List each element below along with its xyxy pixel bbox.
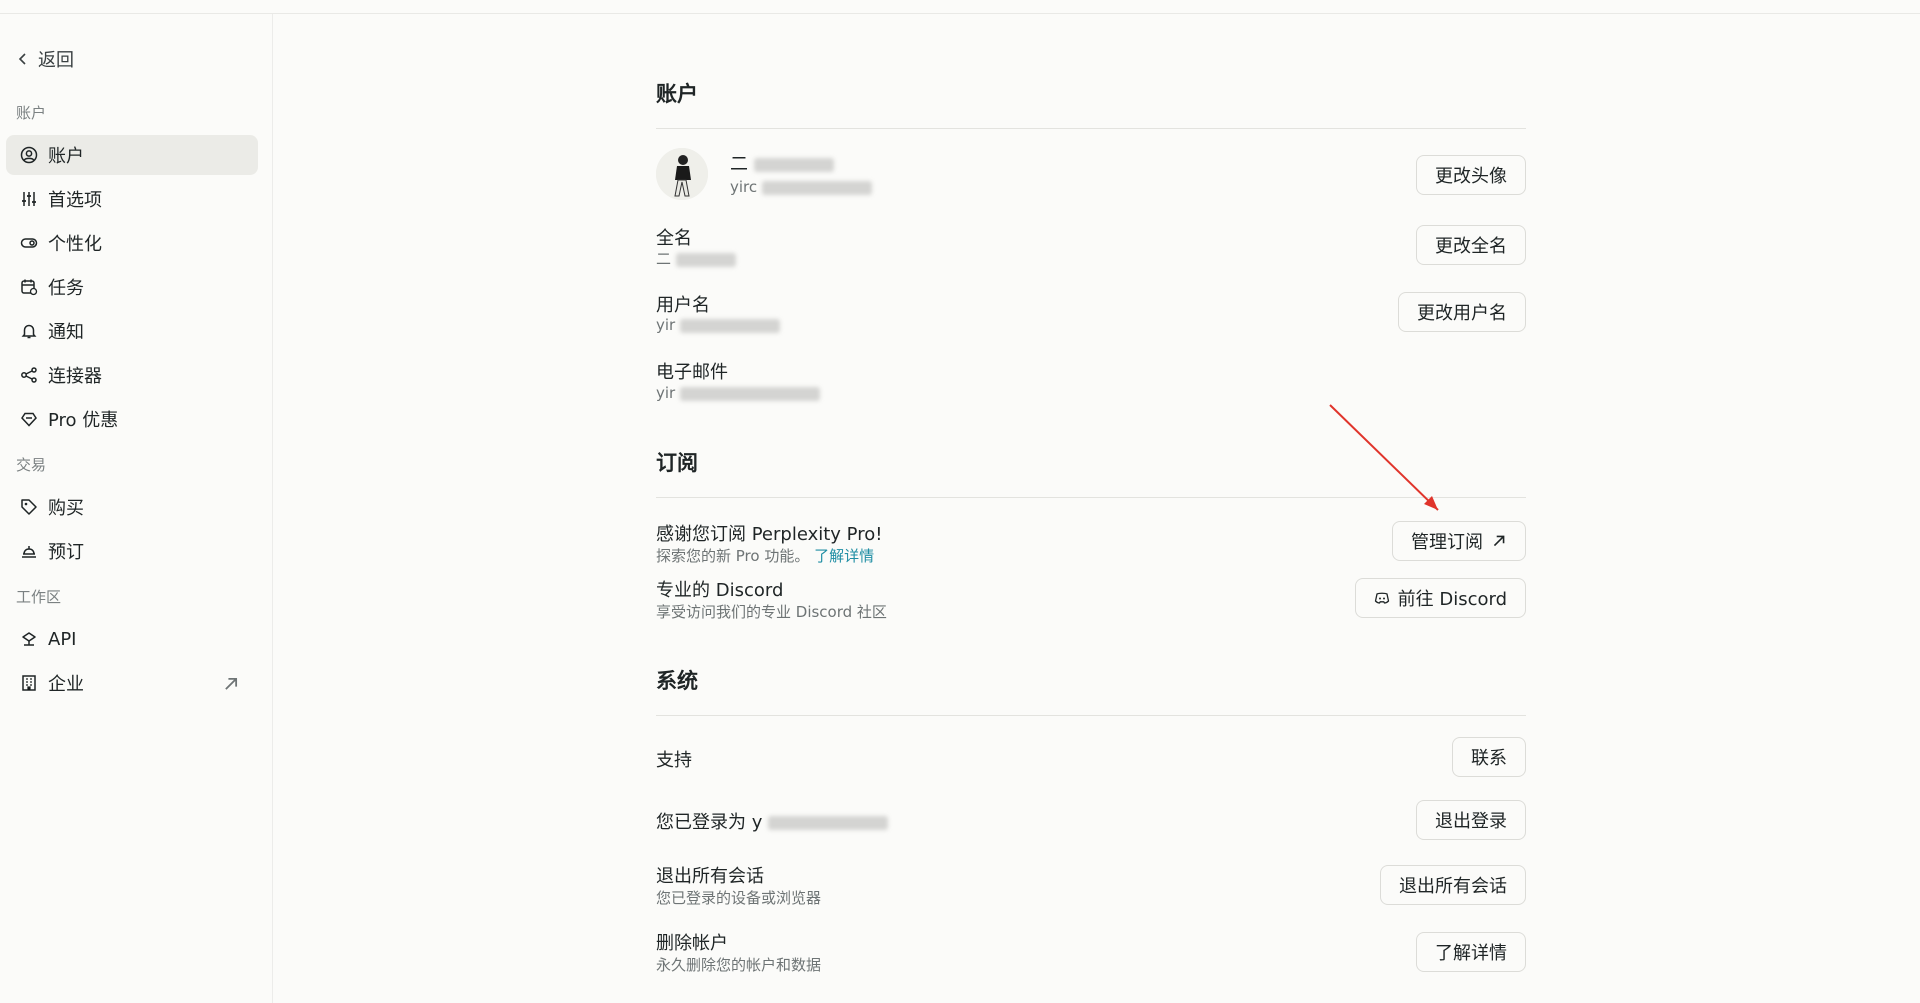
- username-value: yir: [656, 316, 780, 334]
- delete-learn-more-button[interactable]: 了解详情: [1416, 932, 1526, 972]
- sidebar-item-label: Pro 优惠: [48, 410, 119, 431]
- sidebar-item-label: 个性化: [48, 234, 102, 255]
- sidebar-item-account[interactable]: 账户: [6, 135, 258, 175]
- sidebar-item-enterprise[interactable]: 企业: [6, 663, 258, 703]
- section-title-subscription: 订阅: [656, 451, 698, 475]
- toggle-icon: [20, 238, 38, 248]
- calendar-clock-icon: [21, 279, 38, 296]
- sidebar-item-api[interactable]: API: [6, 619, 258, 659]
- redacted-text: [761, 180, 872, 195]
- sidebar-item-label: API: [48, 628, 77, 650]
- email-value: yir: [656, 384, 820, 402]
- email-label: 电子邮件: [656, 362, 728, 383]
- manage-subscription-button[interactable]: 管理订阅: [1392, 521, 1526, 561]
- support-label: 支持: [656, 750, 692, 771]
- sidebar-item-label: 购买: [48, 498, 84, 519]
- section-label-trade: 交易: [16, 456, 47, 474]
- divider: [656, 128, 1526, 129]
- section-label-workspace: 工作区: [16, 588, 62, 606]
- gem-icon: [21, 412, 37, 427]
- sidebar-item-connectors[interactable]: 连接器: [6, 355, 258, 395]
- sidebar-item-label: 通知: [48, 322, 84, 343]
- change-username-button[interactable]: 更改用户名: [1398, 292, 1526, 332]
- section-label-account: 账户: [16, 104, 47, 122]
- fullname-value: 二: [656, 248, 736, 269]
- sidebar-item-label: 预订: [48, 542, 84, 563]
- discord-title: 专业的 Discord: [656, 580, 784, 601]
- divider: [656, 715, 1526, 716]
- sidebar-item-label: 企业: [48, 674, 84, 695]
- booking-icon: [22, 546, 36, 558]
- sidebar-item-pro-offers[interactable]: Pro 优惠: [6, 399, 258, 439]
- change-avatar-button[interactable]: 更改头像: [1416, 155, 1526, 195]
- profile-handle: yirc: [730, 178, 872, 196]
- connector-icon: [21, 367, 37, 383]
- discord-subtitle: 享受访问我们的专业 Discord 社区: [656, 603, 887, 621]
- sidebar-item-preferences[interactable]: 首选项: [6, 179, 258, 219]
- back-label: 返回: [38, 50, 74, 71]
- profile-name: 二: [730, 150, 834, 176]
- logout-button[interactable]: 退出登录: [1416, 800, 1526, 840]
- section-title-account: 账户: [656, 82, 698, 106]
- pro-explore-text: 探索您的新 Pro 功能。 了解详情: [656, 547, 875, 565]
- tag-icon: [21, 499, 37, 515]
- sidebar-item-notifications[interactable]: 通知: [6, 311, 258, 351]
- sidebar-item-personalization[interactable]: 个性化: [6, 223, 258, 263]
- redacted-text: [680, 318, 780, 333]
- sidebar-item-bookings[interactable]: 预订: [6, 531, 258, 571]
- learn-more-link[interactable]: 了解详情: [814, 547, 874, 565]
- sidebar-item-label: 任务: [48, 278, 84, 299]
- sidebar: 返回 账户 账户 首选项 个性化 任务 通知 连接器 Pro 优惠 交易 购买 …: [0, 14, 273, 1003]
- redacted-text: [680, 386, 820, 401]
- go-discord-button[interactable]: 前往 Discord: [1354, 578, 1526, 618]
- logout-all-sessions-button[interactable]: 退出所有会话: [1380, 865, 1526, 905]
- change-fullname-button[interactable]: 更改全名: [1416, 225, 1526, 265]
- username-label: 用户名: [656, 295, 710, 316]
- logout-all-title: 退出所有会话: [656, 866, 764, 887]
- avatar-image: [656, 148, 708, 200]
- sidebar-item-purchases[interactable]: 购买: [6, 487, 258, 527]
- fullname-label: 全名: [656, 228, 692, 249]
- external-link-icon: [1493, 535, 1505, 547]
- contact-button[interactable]: 联系: [1452, 737, 1526, 777]
- redacted-text: [768, 816, 889, 830]
- discord-icon: [1374, 592, 1389, 604]
- section-title-system: 系统: [656, 669, 698, 693]
- back-button[interactable]: 返回: [16, 46, 74, 72]
- sidebar-item-tasks[interactable]: 任务: [6, 267, 258, 307]
- avatar: [656, 148, 708, 200]
- sliders-icon: [22, 192, 36, 206]
- external-link-icon: [225, 677, 238, 690]
- building-icon: [22, 675, 36, 691]
- user-circle-icon: [20, 146, 38, 164]
- annotation-arrow-icon: [1329, 404, 1439, 511]
- redacted-text: [675, 252, 736, 267]
- redacted-text: [753, 158, 834, 172]
- pro-thanks-text: 感谢您订阅 Perplexity Pro!: [656, 524, 883, 545]
- delete-account-subtitle: 永久删除您的帐户和数据: [656, 956, 822, 974]
- sidebar-item-label: 账户: [48, 146, 84, 167]
- delete-account-title: 删除帐户: [656, 933, 728, 954]
- bell-icon: [21, 324, 37, 339]
- chevron-left-icon: [18, 53, 26, 65]
- sidebar-item-label: 首选项: [48, 190, 102, 211]
- api-icon: [22, 632, 36, 646]
- logout-all-subtitle: 您已登录的设备或浏览器: [656, 889, 822, 907]
- sidebar-item-label: 连接器: [48, 366, 102, 387]
- logged-in-as-text: 您已登录为 y: [656, 808, 889, 834]
